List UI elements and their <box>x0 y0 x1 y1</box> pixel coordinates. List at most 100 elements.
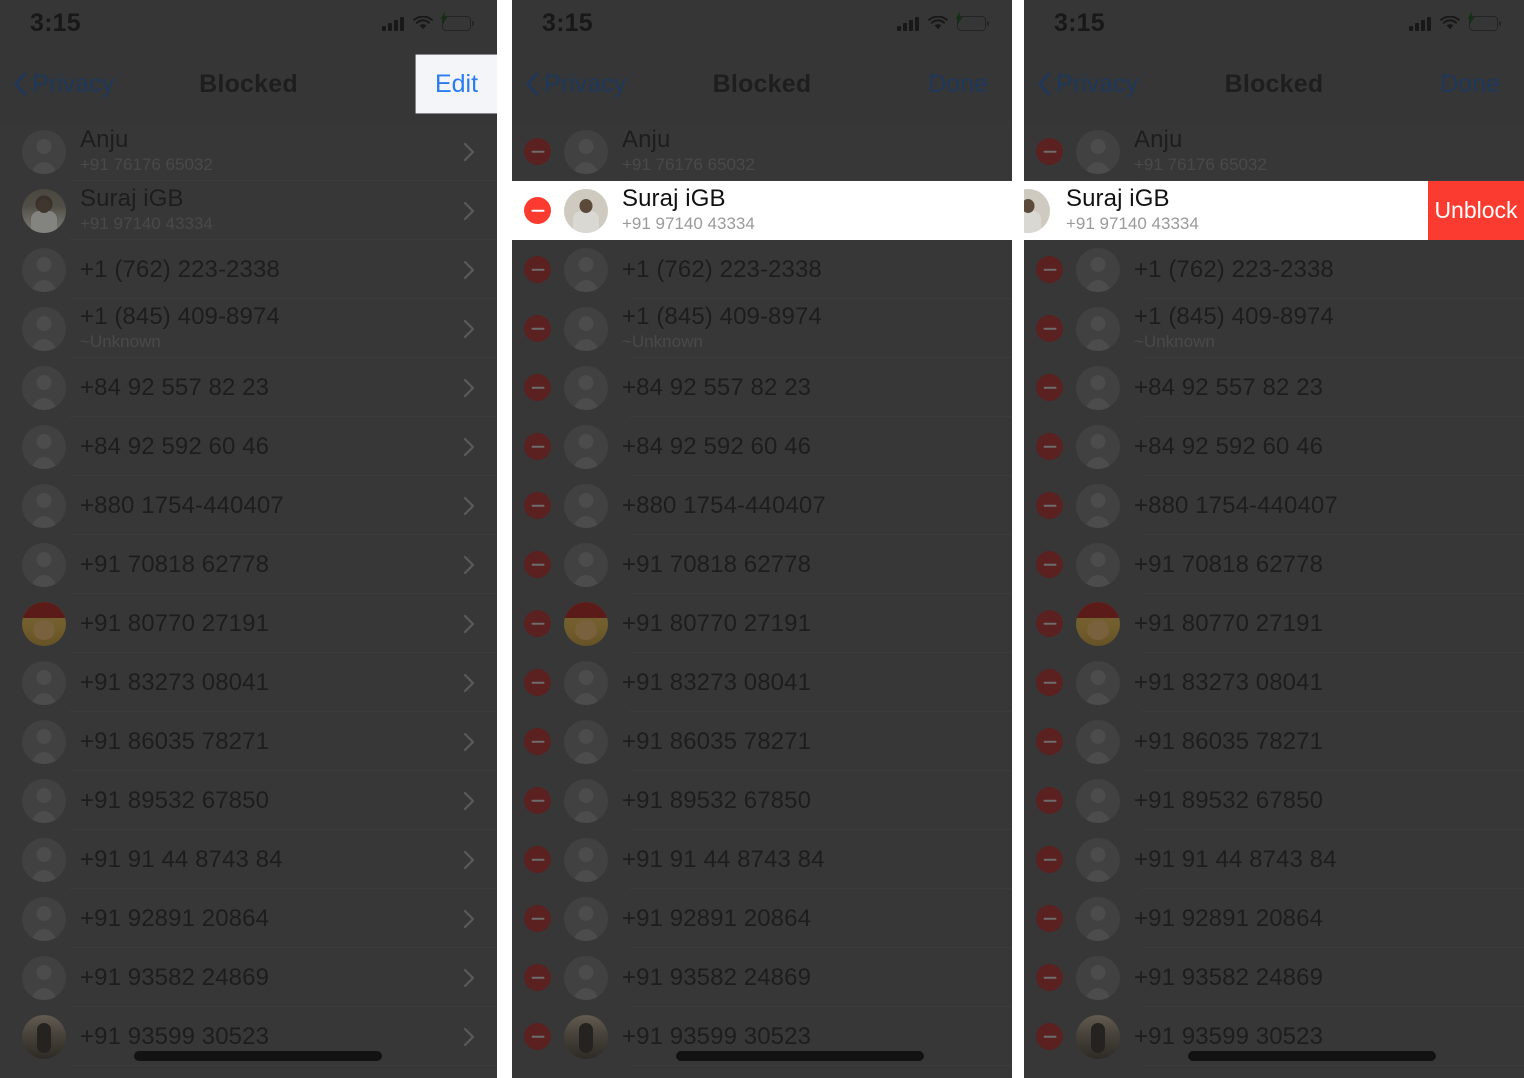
done-button[interactable]: Done <box>1440 70 1524 99</box>
table-row[interactable]: +91 80770 27191 <box>512 594 1012 653</box>
back-button-2[interactable]: Privacy <box>526 70 626 99</box>
table-row[interactable]: +91 70818 62778 <box>1024 535 1524 594</box>
remove-minus-icon[interactable] <box>1036 610 1063 637</box>
blocked-list-2[interactable]: Anju +91 76176 65032 Suraj iGB +91 97140 43… <box>512 122 1012 1078</box>
contact-number: +91 86035 78271 <box>1134 727 1324 755</box>
person-icon-body <box>29 810 59 823</box>
remove-minus-icon[interactable] <box>524 787 551 814</box>
table-row[interactable]: Suraj iGB +91 97140 43334 Unblock <box>1024 181 1524 240</box>
table-row[interactable]: +880 1754-440407 <box>512 476 1012 535</box>
edit-button[interactable]: Edit <box>416 55 497 113</box>
table-row[interactable]: +91 93582 24869 <box>0 948 497 1007</box>
blocked-list-1[interactable]: Anju +91 76176 65032 Suraj iGB +91 97140 43… <box>0 122 497 1078</box>
table-row[interactable]: +84 92 592 60 46 <box>0 417 497 476</box>
table-row[interactable]: +1 (762) 223-2338 <box>512 240 1012 299</box>
table-row[interactable]: Anju +91 76176 65032 <box>1024 122 1524 181</box>
chevron-right-icon <box>463 791 475 811</box>
remove-minus-icon[interactable] <box>1036 256 1063 283</box>
table-row[interactable]: +91 93599 30523 <box>0 1007 497 1066</box>
row-text: +91 89532 67850 <box>80 787 463 815</box>
table-row[interactable]: +880 1754-440407 <box>1024 476 1524 535</box>
table-row[interactable]: +1 (845) 409-8974 ~Unknown <box>1024 299 1524 358</box>
remove-minus-icon[interactable] <box>524 374 551 401</box>
table-row[interactable]: +91 80770 27191 <box>0 594 497 653</box>
remove-minus-icon[interactable] <box>524 551 551 578</box>
remove-minus-icon[interactable] <box>1036 138 1063 165</box>
remove-minus-icon[interactable] <box>524 138 551 165</box>
table-row[interactable]: +1 (762) 223-2338 <box>1024 240 1524 299</box>
table-row[interactable]: +91 92891 20864 <box>0 889 497 948</box>
table-row[interactable]: +91 83273 08041 <box>0 653 497 712</box>
remove-minus-icon[interactable] <box>1036 374 1063 401</box>
table-row[interactable]: +91 70818 62778 <box>0 535 497 594</box>
table-row[interactable]: Suraj iGB +91 97140 43334 <box>0 181 497 240</box>
table-row[interactable]: +84 92 557 82 23 <box>1024 358 1524 417</box>
table-row[interactable]: +91 83273 08041 <box>512 653 1012 712</box>
table-row[interactable]: +91 93582 24869 <box>512 948 1012 1007</box>
remove-minus-icon[interactable] <box>524 964 551 991</box>
table-row[interactable]: +91 83273 08041 <box>1024 653 1524 712</box>
unblock-button[interactable]: Unblock <box>1428 181 1524 240</box>
table-row[interactable]: +91 91 44 8743 84 <box>0 830 497 889</box>
table-row[interactable]: +84 92 592 60 46 <box>512 417 1012 476</box>
table-row[interactable]: +91 86035 78271 <box>512 712 1012 771</box>
table-row[interactable]: +84 92 557 82 23 <box>0 358 497 417</box>
remove-minus-icon[interactable] <box>1036 905 1063 932</box>
remove-minus-icon[interactable] <box>1036 315 1063 342</box>
table-row[interactable]: +880 1754-440407 <box>0 476 497 535</box>
back-button-1[interactable]: Privacy <box>14 70 114 99</box>
back-button-3[interactable]: Privacy <box>1038 70 1138 99</box>
remove-minus-icon[interactable] <box>1036 551 1063 578</box>
table-row[interactable]: +91 86035 78271 <box>1024 712 1524 771</box>
table-row[interactable]: +91 91 44 8743 84 <box>1024 830 1524 889</box>
person-icon <box>578 374 594 390</box>
table-row[interactable]: +1 (845) 409-8974 ~Unknown <box>512 299 1012 358</box>
table-row[interactable]: +1 (845) 409-8974 ~Unknown <box>0 299 497 358</box>
remove-minus-icon[interactable] <box>524 1023 551 1050</box>
table-row[interactable]: +91 89532 67850 <box>512 771 1012 830</box>
table-row[interactable]: +91 93599 30523 <box>1024 1007 1524 1066</box>
table-row[interactable]: +91 91 44 8743 84 <box>512 830 1012 889</box>
person-icon <box>578 787 594 803</box>
done-button[interactable]: Done <box>928 70 1012 99</box>
table-row[interactable]: Anju +91 76176 65032 <box>512 122 1012 181</box>
remove-minus-icon[interactable] <box>524 197 551 224</box>
remove-minus-icon[interactable] <box>1036 964 1063 991</box>
table-row[interactable]: +91 92891 20864 <box>1024 889 1524 948</box>
table-row[interactable]: Anju +91 76176 65032 <box>0 122 497 181</box>
remove-minus-icon[interactable] <box>1036 669 1063 696</box>
remove-minus-icon[interactable] <box>524 905 551 932</box>
remove-minus-icon[interactable] <box>1036 1023 1063 1050</box>
table-row[interactable]: +91 80770 27191 <box>1024 594 1524 653</box>
remove-minus-icon[interactable] <box>524 610 551 637</box>
person-icon-body <box>1083 515 1113 528</box>
remove-minus-icon[interactable] <box>1036 728 1063 755</box>
table-row[interactable]: +91 93582 24869 <box>1024 948 1524 1007</box>
remove-minus-icon[interactable] <box>524 315 551 342</box>
table-row[interactable]: +84 92 557 82 23 <box>512 358 1012 417</box>
row-text: +84 92 592 60 46 <box>622 433 1012 461</box>
remove-minus-icon[interactable] <box>524 256 551 283</box>
blocked-list-3[interactable]: Anju +91 76176 65032 Suraj iGB +91 97140 43… <box>1024 122 1524 1078</box>
table-row[interactable]: +91 86035 78271 <box>0 712 497 771</box>
chevron-right-icon <box>463 201 475 221</box>
table-row[interactable]: +91 89532 67850 <box>0 771 497 830</box>
remove-minus-icon[interactable] <box>524 669 551 696</box>
table-row[interactable]: +84 92 592 60 46 <box>1024 417 1524 476</box>
remove-minus-icon[interactable] <box>524 433 551 460</box>
remove-minus-icon[interactable] <box>1036 492 1063 519</box>
remove-minus-icon[interactable] <box>524 846 551 873</box>
remove-minus-icon[interactable] <box>524 492 551 519</box>
person-icon-body <box>571 928 601 941</box>
remove-minus-icon[interactable] <box>1036 846 1063 873</box>
table-row[interactable]: +91 93599 30523 <box>512 1007 1012 1066</box>
remove-minus-icon[interactable] <box>524 728 551 755</box>
contact-name: Anju <box>80 126 129 154</box>
remove-minus-icon[interactable] <box>1036 787 1063 814</box>
table-row[interactable]: Suraj iGB +91 97140 43334 <box>512 181 1012 240</box>
table-row[interactable]: +91 70818 62778 <box>512 535 1012 594</box>
table-row[interactable]: +91 89532 67850 <box>1024 771 1524 830</box>
remove-minus-icon[interactable] <box>1036 433 1063 460</box>
table-row[interactable]: +91 92891 20864 <box>512 889 1012 948</box>
table-row[interactable]: +1 (762) 223-2338 <box>0 240 497 299</box>
